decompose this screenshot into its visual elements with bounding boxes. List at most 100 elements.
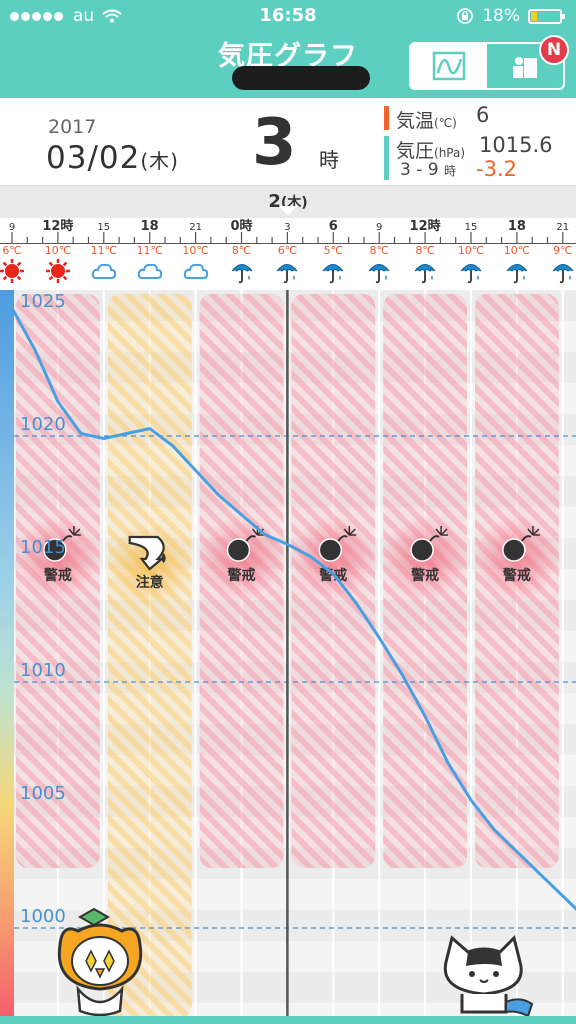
weather-temp: 8℃: [369, 244, 389, 257]
date-value: 03/02: [46, 140, 141, 176]
weather-temp: 10℃: [182, 244, 209, 257]
weather-forecast-row: 6℃ 10℃ 11℃ 11℃ 10℃ 8℃ 6℃ 5℃ 8℃ 8℃ 10℃ 10℃ 9℃: [0, 244, 576, 290]
temperature-value: 6: [476, 103, 490, 127]
time-tick-label: 9: [9, 222, 15, 233]
range-unit: 時: [443, 164, 456, 178]
alert-marker[interactable]: 警戒: [383, 516, 468, 600]
time-tick-label: 18: [141, 219, 159, 234]
weather-temp: 8℃: [415, 244, 435, 257]
sun-icon: [45, 259, 70, 283]
alert-marker[interactable]: 警戒: [199, 516, 284, 600]
alert-marker[interactable]: 警戒: [291, 516, 376, 600]
weather-item: 10℃: [448, 244, 494, 284]
character-icon: [513, 57, 537, 78]
umbrella-icon: [460, 264, 482, 284]
hour-value: 3: [252, 106, 297, 180]
umbrella-icon: [506, 264, 528, 284]
info-panel: 2017 03/02(木) 3 時 気温(℃) 6 気圧(hPa) 1015.6…: [0, 98, 576, 186]
time-axis[interactable]: 9 12時 15 18 21 0時 3 6 9 12時 15 18 21: [0, 218, 576, 244]
alert-label: 警戒: [411, 567, 439, 584]
umbrella-icon: [231, 264, 252, 284]
weather-temp: 11℃: [90, 244, 117, 257]
temperature-unit: (℃): [434, 116, 457, 130]
y-tick-label: 1020: [20, 414, 66, 435]
weather-item: 6℃: [264, 244, 310, 284]
orientation-lock-icon: [457, 8, 474, 24]
weather-temp: 5℃: [323, 244, 343, 257]
weather-temp: 8℃: [231, 244, 252, 257]
umbrella-icon: [368, 264, 390, 284]
graph-icon: [432, 51, 466, 81]
time-tick-label: 12時: [42, 218, 73, 234]
weather-item: 8℃: [356, 244, 402, 284]
weather-item: 8℃: [219, 244, 265, 284]
weather-temp: 10℃: [44, 244, 72, 257]
year-label: 2017: [48, 116, 97, 138]
pressure-scale-bar: [0, 290, 14, 1024]
umbrella-icon: [552, 264, 574, 284]
alert-marker[interactable]: 警戒: [474, 516, 559, 600]
graph-view-button[interactable]: [411, 44, 487, 88]
cloud-icon: [137, 263, 162, 279]
temperature-marker: [384, 106, 389, 130]
time-tick-label: 15: [97, 222, 110, 233]
alert-label: 注意: [136, 574, 164, 591]
weather-item: 8℃: [402, 244, 448, 284]
cat-mascot-icon: [443, 935, 534, 1018]
cloud-icon: [91, 263, 116, 279]
alert-marker[interactable]: 注意: [107, 523, 192, 607]
weather-item: 10℃: [494, 244, 540, 284]
notification-badge[interactable]: N: [539, 35, 569, 65]
weather-item: 10℃: [173, 244, 219, 284]
time-tick-label: 15: [465, 222, 478, 233]
status-bar: au 16:58 18%: [0, 0, 576, 32]
umbrella-icon: [276, 264, 298, 284]
time-tick-label: 3: [284, 222, 290, 233]
pressure-label: 気圧: [396, 140, 435, 162]
temperature-label: 気温: [396, 110, 435, 132]
alert-marker[interactable]: 警戒: [15, 516, 100, 600]
date-label: 03/02(木): [46, 140, 179, 176]
battery-icon: [528, 8, 565, 24]
alert-label: 警戒: [44, 567, 72, 584]
weather-item: 6℃: [0, 244, 35, 284]
weather-item: 9℃: [540, 244, 576, 284]
bottom-accent-bar: [0, 1016, 576, 1024]
redacted-bar: [232, 66, 370, 90]
hour-unit: 時: [319, 148, 339, 172]
weekday-label: (木): [140, 149, 179, 173]
weather-temp: 10℃: [457, 244, 485, 257]
y-tick-label: 1025: [20, 291, 66, 312]
alert-label: 警戒: [228, 567, 256, 584]
weather-temp: 11℃: [136, 244, 163, 257]
weather-item: 11℃: [81, 244, 127, 284]
sun-icon: [0, 259, 24, 283]
range-label: 3 - 9: [400, 160, 439, 180]
umbrella-icon: [414, 264, 436, 284]
time-tick-label: 21: [556, 222, 569, 233]
time-tick-label: 9: [376, 222, 382, 233]
y-tick-label: 1010: [20, 660, 66, 681]
y-tick-label: 1005: [20, 783, 66, 804]
weather-item: 11℃: [127, 244, 173, 284]
app-header: au 16:58 18% 気圧グラフ N: [0, 0, 576, 98]
weather-temp: 9℃: [553, 244, 573, 257]
battery-percent: 18%: [482, 6, 520, 26]
time-tick-label: 12時: [410, 218, 441, 234]
weather-temp: 6℃: [277, 244, 298, 257]
cloud-icon: [183, 263, 208, 279]
time-axis-ticks: 9 12時 15 18 21 0時 3 6 9 12時 15 18 21: [0, 218, 576, 244]
y-tick-label: 1015: [20, 537, 66, 558]
time-tick-label: 21: [189, 222, 202, 233]
owl-mascot-icon: [57, 907, 143, 1017]
weather-item: 10℃: [35, 244, 81, 284]
pressure-value: 1015.6: [479, 133, 553, 157]
day-header: 2(木): [0, 186, 576, 218]
time-tick-label: 6: [329, 219, 338, 234]
app-screen: au 16:58 18% 気圧グラフ N 2017 03/02(木) 3 時 気…: [0, 0, 576, 1024]
weather-temp: 6℃: [2, 244, 22, 257]
cursor-notch: [279, 206, 297, 216]
umbrella-icon: [322, 264, 344, 284]
pressure-change-value: -3.2: [476, 157, 517, 181]
alert-label: 警戒: [503, 567, 531, 584]
